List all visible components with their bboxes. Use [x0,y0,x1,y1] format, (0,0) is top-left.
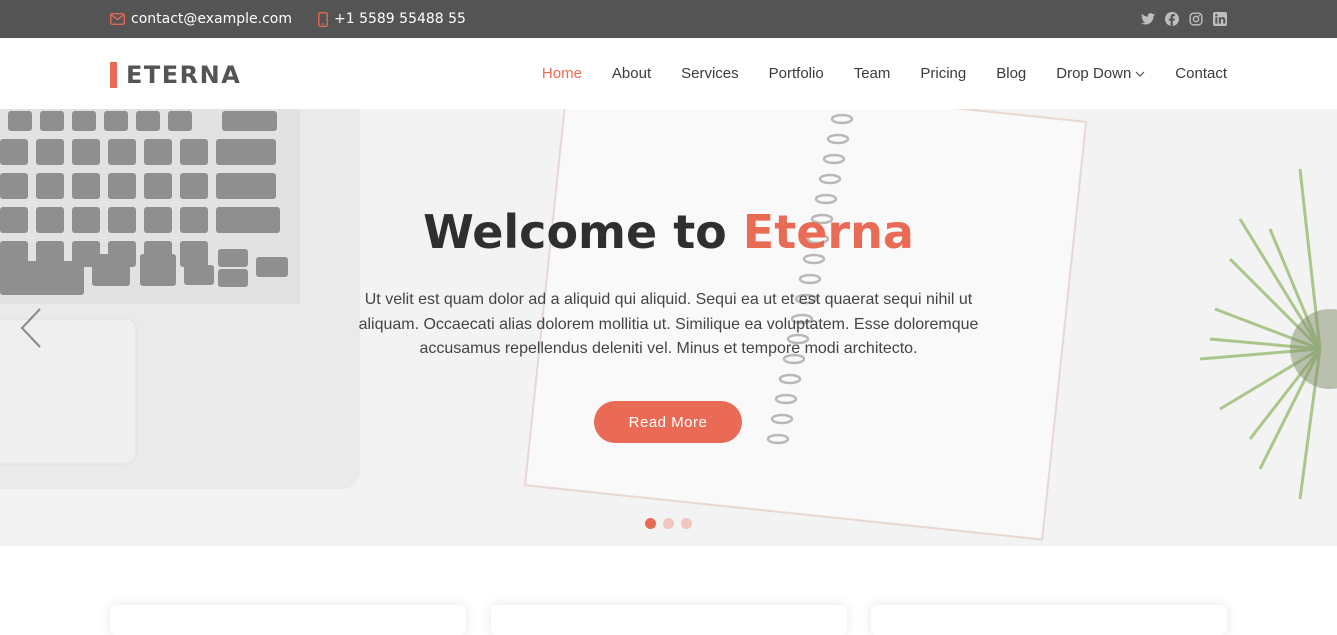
nav-about[interactable]: About [612,65,651,82]
chevron-down-icon [1135,71,1145,77]
twitter-icon[interactable] [1141,13,1155,25]
hero-title: Welcome to Eterna [0,205,1337,259]
phone-item[interactable]: +1 5589 55488 55 [318,11,466,27]
nav-contact[interactable]: Contact [1175,65,1227,82]
social-links [1131,0,1227,38]
logo-bar [110,62,117,88]
email-text[interactable]: contact@example.com [131,11,292,27]
linkedin-icon[interactable] [1213,12,1227,26]
hero-carousel: Welcome to Eterna Ut velit est quam dolo… [0,109,1337,546]
read-more-button[interactable]: Read More [594,401,742,443]
carousel-dot-1[interactable] [645,518,656,529]
logo[interactable]: ETERNA [110,61,241,89]
logo-text[interactable]: ETERNA [126,61,241,89]
facebook-icon[interactable] [1165,12,1179,26]
nav-home[interactable]: Home [542,65,582,82]
nav-services[interactable]: Services [681,65,739,82]
feature-card-1[interactable] [110,605,466,635]
nav-dropdown-label[interactable]: Drop Down [1056,65,1131,82]
hero-title-prefix: Welcome to [423,205,743,259]
nav-blog[interactable]: Blog [996,65,1026,82]
nav-team[interactable]: Team [854,65,891,82]
carousel-dot-3[interactable] [681,518,692,529]
nav-portfolio[interactable]: Portfolio [769,65,824,82]
envelope-icon [110,13,125,25]
top-bar: contact@example.com +1 5589 55488 55 [0,0,1337,38]
chevron-left-icon[interactable] [18,307,44,349]
feature-card-3[interactable] [871,605,1227,635]
nav-pricing[interactable]: Pricing [920,65,966,82]
main-nav: Home About Services Portfolio Team Prici… [512,38,1227,109]
hero-description: Ut velit est quam dolor ad a aliquid qui… [358,291,979,357]
phone-icon [318,11,328,27]
email-item[interactable]: contact@example.com [110,11,292,27]
contact-info: contact@example.com +1 5589 55488 55 [110,0,492,38]
carousel-indicators [645,518,699,529]
instagram-icon[interactable] [1189,12,1203,26]
nav-dropdown[interactable]: Drop Down [1056,65,1145,82]
phone-text[interactable]: +1 5589 55488 55 [334,11,466,27]
carousel-dot-2[interactable] [663,518,674,529]
site-header: ETERNA Home About Services Portfolio Tea… [0,38,1337,109]
feature-card-2[interactable] [491,605,847,635]
hero-title-accent: Eterna [742,205,914,259]
